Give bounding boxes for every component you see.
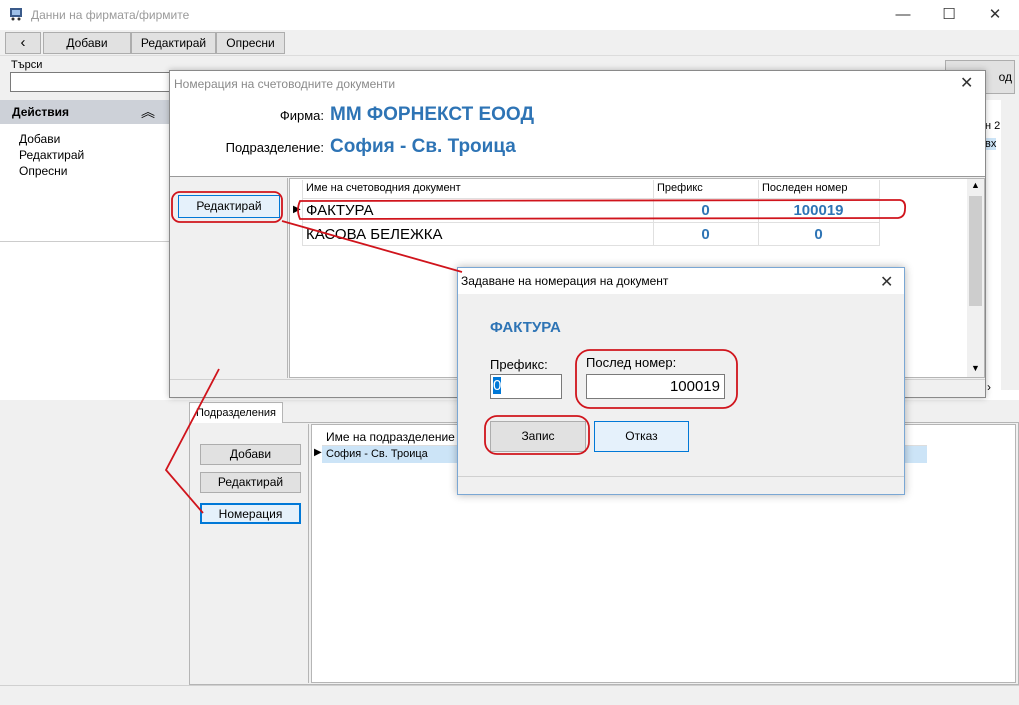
edit-button[interactable]: Редактирай — [131, 32, 216, 54]
action-edit-link[interactable]: Редактирай — [19, 148, 84, 162]
scrollbar-thumb[interactable] — [969, 196, 982, 306]
save-button[interactable]: Запис — [490, 421, 586, 452]
edit-dialog-close-icon[interactable]: ✕ — [880, 272, 893, 292]
prefix-input-value: 0 — [493, 377, 502, 394]
behind-grid-text: н 2 — [985, 120, 1001, 132]
row-pointer-icon: ▶ — [293, 204, 301, 215]
grid-row-divider — [302, 245, 880, 246]
column-prefix: Префикс — [657, 182, 703, 194]
maximize-button[interactable]: ☐ — [926, 4, 972, 26]
subdivision-edit-button[interactable]: Редактирай — [200, 472, 301, 493]
document-edit-button[interactable]: Редактирай — [178, 195, 280, 218]
numbering-dialog-close-icon[interactable]: ✕ — [960, 73, 973, 93]
company-label: Фирма: — [279, 108, 324, 123]
column-last-number: Последен номер — [762, 182, 848, 194]
column-subdivision-name: Име на подразделение — [326, 430, 455, 444]
prefix-cell[interactable]: 0 — [653, 226, 758, 243]
document-name-cell[interactable]: ФАКТУРА — [306, 202, 374, 219]
chevron-right-icon[interactable]: › — [987, 380, 991, 394]
company-name: ММ ФОРНЕКСТ ЕООД — [330, 104, 534, 125]
subdivision-label: Подразделение: — [225, 140, 324, 155]
grid-row-divider — [302, 222, 880, 223]
grid-col-divider — [879, 180, 880, 245]
document-name-cell[interactable]: КАСОВА БЕЛЕЖКА — [306, 226, 443, 243]
prefix-cell[interactable]: 0 — [653, 202, 758, 219]
action-refresh-link[interactable]: Опресни — [19, 164, 68, 178]
grid-col-divider — [302, 180, 303, 245]
edit-dialog-title: Задаване на номерация на документ — [461, 274, 669, 288]
actions-title: Действия — [12, 105, 70, 119]
back-button[interactable]: ‹ — [5, 32, 41, 54]
column-document-name: Име на счетоводния документ — [306, 182, 461, 194]
tab-subdivisions[interactable]: Подразделения — [189, 402, 283, 423]
numbering-button[interactable]: Номерация — [200, 503, 301, 524]
last-number-cell[interactable]: 100019 — [758, 202, 879, 219]
subdivision-name-cell: София - Св. Троица — [326, 448, 428, 460]
search-label: Търси — [11, 59, 43, 71]
grid-header-divider — [302, 198, 880, 199]
collapse-icon[interactable]: ︽ — [141, 102, 155, 122]
chevron-up-icon[interactable]: ▲ — [971, 180, 980, 190]
add-button[interactable]: Добави — [43, 32, 131, 54]
edit-dialog-document-name: ФАКТУРА — [490, 319, 561, 336]
search-input[interactable] — [10, 72, 170, 92]
last-number-cell[interactable]: 0 — [758, 226, 879, 243]
numbering-dialog-title: Номерация на счетоводните документи — [174, 77, 396, 91]
subdivision-add-button[interactable]: Добави — [200, 444, 301, 465]
action-add-link[interactable]: Добави — [19, 132, 60, 146]
status-strip — [0, 685, 1019, 705]
close-button[interactable]: ✕ — [972, 4, 1018, 26]
subdivision-name: София - Св. Троица — [330, 136, 516, 157]
cancel-button[interactable]: Отказ — [594, 421, 689, 452]
prefix-label: Префикс: — [490, 357, 548, 372]
behind-grid-selected-text: вх — [985, 138, 997, 150]
chevron-down-icon[interactable]: ▼ — [971, 363, 980, 373]
main-scrollbar[interactable] — [1001, 100, 1019, 390]
last-number-input[interactable]: 100019 — [586, 374, 725, 399]
last-number-label: Послед номер: — [586, 355, 677, 370]
refresh-button[interactable]: Опресни — [216, 32, 285, 54]
window-title: Данни на фирмата/фирмите — [31, 8, 190, 22]
cart-icon — [10, 8, 22, 21]
prefix-input[interactable]: 0 — [490, 374, 562, 399]
edit-dialog-statusbar — [458, 476, 904, 494]
row-pointer-icon: ▶ — [314, 447, 322, 458]
minimize-button[interactable]: — — [880, 4, 926, 26]
